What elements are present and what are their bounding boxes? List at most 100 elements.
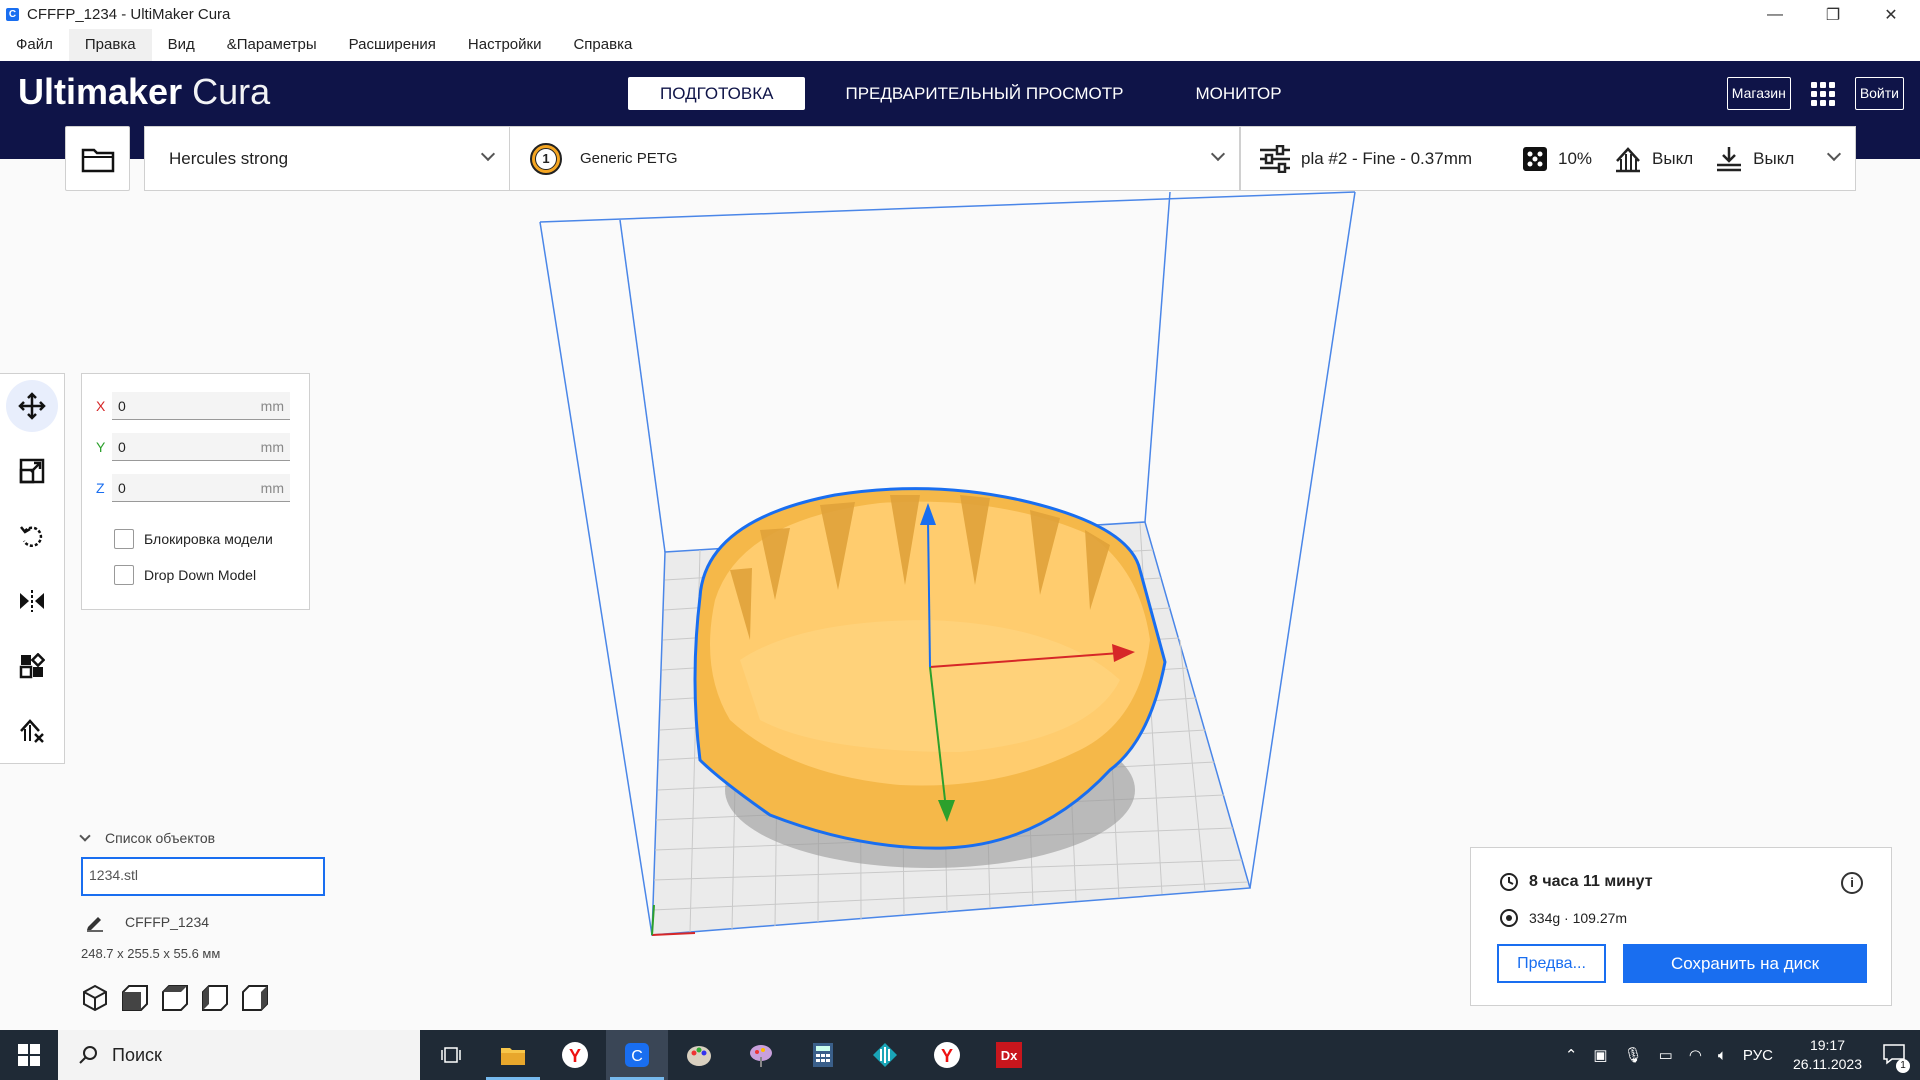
chevron-down-icon — [1826, 146, 1842, 162]
menu-preferences[interactable]: Настройки — [452, 29, 558, 61]
clock[interactable]: 19:17 26.11.2023 — [1793, 1036, 1862, 1074]
move-tool[interactable] — [6, 380, 58, 432]
printer-selector[interactable]: Hercules strong — [144, 126, 510, 191]
object-list-toggle[interactable]: Список объектов — [79, 830, 215, 846]
extruder-icon: 1 — [530, 142, 562, 175]
notifications-button[interactable]: 1 — [1882, 1042, 1910, 1073]
volume-icon[interactable]: 🔈︎ — [1718, 1047, 1727, 1064]
network-icon[interactable]: ◠ — [1689, 1046, 1702, 1064]
cube-left-icon — [202, 985, 228, 1011]
info-icon[interactable]: i — [1841, 872, 1863, 894]
file-explorer-icon — [501, 1048, 525, 1065]
z-label: Z — [96, 480, 105, 496]
menu-edit[interactable]: Правка — [68, 29, 152, 61]
meet-now-icon[interactable]: ▣ — [1593, 1046, 1607, 1064]
taskbar-app-teal[interactable] — [854, 1030, 916, 1080]
task-view-icon — [441, 1047, 461, 1063]
object-list-item[interactable]: 1234.stl — [81, 857, 325, 896]
pencil-icon[interactable] — [85, 912, 105, 932]
svg-text:Y: Y — [941, 1046, 953, 1066]
x-label: X — [96, 398, 106, 414]
job-name-row[interactable]: CFFFP_1234 — [81, 912, 209, 932]
support-icon — [1616, 146, 1641, 172]
y-value: 0 — [118, 438, 126, 455]
language-indicator[interactable]: РУС — [1743, 1047, 1773, 1064]
lock-model-label: Блокировка модели — [144, 531, 273, 547]
model-dimensions: 248.7 x 255.5 x 55.6 мм — [81, 946, 221, 961]
per-model-settings-tool[interactable] — [6, 640, 58, 692]
mirror-icon — [20, 590, 44, 612]
apps-grid-icon[interactable] — [1810, 81, 1835, 106]
per-model-settings-icon — [19, 653, 45, 679]
menu-settings[interactable]: &Параметры — [211, 29, 333, 61]
z-unit: mm — [260, 479, 284, 496]
material-selector[interactable]: 1 Generic PETG — [510, 126, 1240, 191]
lock-model-checkbox[interactable]: Блокировка модели — [114, 529, 273, 549]
print-time-row: 8 часа 11 минут — [1499, 872, 1653, 892]
teal-app-icon — [873, 1043, 897, 1067]
taskbar-dx[interactable]: Dx — [978, 1030, 1040, 1080]
open-file-button[interactable] — [65, 126, 130, 191]
rotate-tool[interactable] — [6, 510, 58, 562]
mirror-tool[interactable] — [6, 575, 58, 627]
taskbar-calculator[interactable] — [792, 1030, 854, 1080]
y-input[interactable]: 0 mm — [112, 433, 290, 461]
view-3d-button[interactable] — [81, 984, 109, 1012]
y-unit: mm — [260, 438, 284, 455]
tab-prepare[interactable]: ПОДГОТОВКА — [628, 77, 806, 110]
microphone-icon[interactable]: 🎙︎ — [1624, 1046, 1643, 1064]
menu-bar: Файл Правка Вид &Параметры Расширения На… — [0, 29, 1920, 61]
move-arrows-icon — [18, 392, 46, 420]
close-button[interactable]: ✕ — [1862, 0, 1920, 29]
tab-monitor[interactable]: МОНИТОР — [1163, 77, 1313, 110]
menu-view[interactable]: Вид — [152, 29, 211, 61]
profile-label: pla #2 - Fine - 0.37mm — [1301, 148, 1473, 168]
tool-panel — [0, 373, 65, 764]
view-top-button[interactable] — [161, 984, 189, 1012]
taskbar-yandex[interactable]: Y — [916, 1030, 978, 1080]
save-to-disk-button[interactable]: Сохранить на диск — [1623, 944, 1867, 983]
taskbar-paint[interactable] — [668, 1030, 730, 1080]
stage-tabs: ПОДГОТОВКА ПРЕДВАРИТЕЛЬНЫЙ ПРОСМОТР МОНИ… — [628, 77, 1322, 110]
chevron-down-icon — [480, 146, 496, 162]
taskbar-explorer[interactable] — [482, 1030, 544, 1080]
adhesion-value: Выкл — [1753, 148, 1795, 168]
windows-taskbar: Поиск Y C Y Dx ⌃ ▣ 🎙︎ ▭ ◠ 🔈︎ РУС 19:17 2… — [0, 1030, 1920, 1080]
battery-icon[interactable]: ▭ — [1659, 1046, 1673, 1064]
chevron-up-icon[interactable]: ⌃ — [1565, 1046, 1578, 1064]
taskbar-paint-3d[interactable] — [730, 1030, 792, 1080]
menu-help[interactable]: Справка — [557, 29, 648, 61]
settings-sliders-icon — [1260, 144, 1290, 173]
printer-name: Hercules strong — [169, 148, 289, 168]
start-button[interactable] — [0, 1030, 58, 1080]
taskbar-search[interactable]: Поиск — [58, 1030, 420, 1080]
print-job-panel: 8 часа 11 минут 334g · 109.27m i Предва.… — [1470, 847, 1892, 1006]
search-placeholder: Поиск — [112, 1044, 162, 1065]
window-titlebar: C CFFFP_1234 - UltiMaker Cura — ❐ ✕ — [0, 0, 1920, 29]
drop-down-model-checkbox[interactable]: Drop Down Model — [114, 565, 256, 585]
menu-extensions[interactable]: Расширения — [333, 29, 452, 61]
scale-tool[interactable] — [6, 445, 58, 497]
material-usage-row: 334g · 109.27m — [1499, 908, 1627, 928]
signin-button[interactable]: Войти — [1854, 77, 1904, 110]
view-right-button[interactable] — [241, 984, 269, 1012]
window-title: CFFFP_1234 - UltiMaker Cura — [27, 6, 231, 23]
checkbox-box[interactable] — [114, 529, 134, 549]
z-input[interactable]: 0 mm — [112, 474, 290, 502]
checkbox-box[interactable] — [114, 565, 134, 585]
menu-file[interactable]: Файл — [0, 29, 69, 61]
restore-button[interactable]: ❐ — [1804, 0, 1862, 29]
taskbar-cura[interactable]: C — [606, 1030, 668, 1080]
x-input[interactable]: 0 mm — [112, 392, 290, 420]
support-blocker-tool[interactable] — [6, 705, 58, 757]
view-left-button[interactable] — [201, 984, 229, 1012]
minimize-button[interactable]: — — [1746, 0, 1804, 29]
preview-button[interactable]: Предва... — [1497, 944, 1606, 983]
marketplace-button[interactable]: Магазин — [1726, 77, 1791, 110]
taskbar-yandex-browser[interactable]: Y — [544, 1030, 606, 1080]
print-settings-selector[interactable]: pla #2 - Fine - 0.37mm 10% Выкл Выкл — [1240, 126, 1856, 191]
task-view-button[interactable] — [420, 1030, 482, 1080]
tab-preview[interactable]: ПРЕДВАРИТЕЛЬНЫЙ ПРОСМОТР — [813, 77, 1155, 110]
print-setup-toolbar: Hercules strong 1 Generic PETG pla #2 - … — [65, 126, 1856, 191]
view-front-button[interactable] — [121, 984, 149, 1012]
